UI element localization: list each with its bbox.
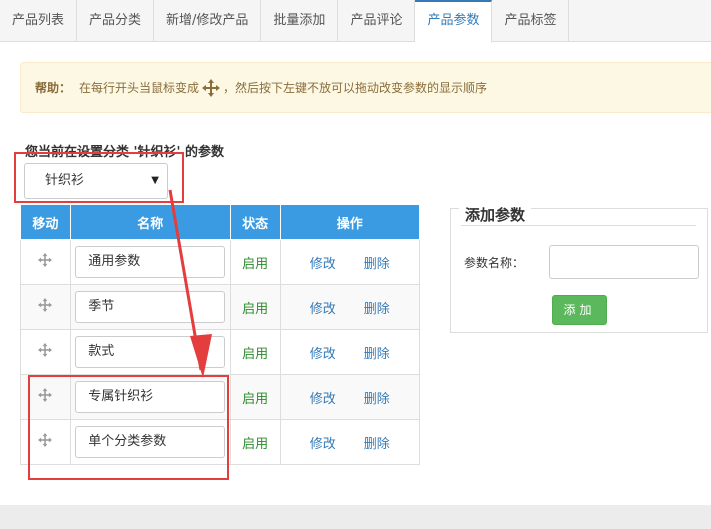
help-text-before: 在每行开头当鼠标变成: [79, 81, 200, 95]
edit-link[interactable]: 修改: [310, 392, 336, 407]
delete-link[interactable]: 删除: [364, 392, 390, 407]
tab-bar: 产品列表 产品分类 新增/修改产品 批量添加 产品评论 产品参数 产品标签: [0, 0, 711, 43]
param-name-input[interactable]: 款式: [75, 336, 226, 368]
add-panel-title: 添加参数: [459, 204, 532, 225]
category-select[interactable]: 针织衫 ▼: [24, 163, 168, 199]
header-ops: 操作: [279, 204, 421, 240]
table-row: 季节 启用 修改 删除: [20, 284, 421, 330]
drag-handle-icon[interactable]: [38, 298, 53, 312]
tab-product-reviews[interactable]: 产品评论: [338, 0, 416, 42]
status-text[interactable]: 启用: [242, 392, 268, 407]
delete-link[interactable]: 删除: [364, 257, 390, 272]
help-alert: 帮助： 在每行开头当鼠标变成 ，然后按下左键不放可以拖动改变参数的显示顺序: [20, 62, 711, 113]
drag-handle-icon[interactable]: [38, 343, 53, 357]
current-category-heading: 您当前在设置分类 '针织衫' 的参数: [25, 145, 225, 160]
param-name-input[interactable]: 通用参数: [75, 246, 226, 278]
tab-product-list[interactable]: 产品列表: [0, 0, 78, 42]
add-param-panel: 添加参数 参数名称： 添加: [450, 204, 708, 333]
status-text[interactable]: 启用: [242, 347, 268, 362]
param-name-input[interactable]: 专属针织衫: [75, 381, 226, 413]
tab-product-category[interactable]: 产品分类: [77, 0, 155, 42]
add-button[interactable]: 添加: [552, 295, 607, 325]
status-text[interactable]: 启用: [242, 437, 268, 452]
header-status: 状态: [229, 204, 281, 240]
move-cursor-icon: [202, 78, 221, 97]
drag-handle-icon[interactable]: [38, 253, 53, 267]
category-select-value: 针织衫: [45, 173, 85, 188]
add-panel-divider: [461, 225, 696, 226]
params-table: 移动 名称 状态 操作 通用参数 启用 修改 删除 季节 启用 修改 删除 款式 启…: [20, 204, 421, 465]
drag-handle-icon[interactable]: [38, 433, 53, 447]
footer-bar: [0, 505, 711, 529]
header-name: 名称: [69, 204, 231, 240]
edit-link[interactable]: 修改: [310, 302, 336, 317]
delete-link[interactable]: 删除: [364, 347, 390, 362]
tab-add-edit-product[interactable]: 新增/修改产品: [154, 0, 262, 42]
tab-batch-add[interactable]: 批量添加: [261, 0, 339, 42]
delete-link[interactable]: 删除: [364, 437, 390, 452]
table-row: 通用参数 启用 修改 删除: [20, 239, 421, 285]
edit-link[interactable]: 修改: [310, 257, 336, 272]
status-text[interactable]: 启用: [242, 257, 268, 272]
tab-product-tags[interactable]: 产品标签: [492, 0, 570, 42]
caret-down-icon: ▼: [151, 175, 159, 186]
help-label: 帮助：: [35, 81, 72, 95]
status-text[interactable]: 启用: [242, 302, 268, 317]
param-name-input[interactable]: 季节: [75, 291, 226, 323]
param-name-input[interactable]: 单个分类参数: [75, 426, 226, 458]
table-row: 款式 启用 修改 删除: [20, 329, 421, 375]
drag-handle-icon[interactable]: [38, 388, 53, 402]
param-name-label: 参数名称：: [464, 256, 525, 270]
edit-link[interactable]: 修改: [310, 347, 336, 362]
header-move: 移动: [20, 204, 71, 240]
delete-link[interactable]: 删除: [364, 302, 390, 317]
table-row: 专属针织衫 启用 修改 删除: [20, 374, 421, 420]
tab-product-params[interactable]: 产品参数: [415, 0, 493, 43]
table-row: 单个分类参数 启用 修改 删除: [20, 419, 421, 465]
edit-link[interactable]: 修改: [310, 437, 336, 452]
param-name-field[interactable]: [549, 245, 699, 279]
help-text-after: ，然后按下左键不放可以拖动改变参数的显示顺序: [223, 81, 488, 95]
